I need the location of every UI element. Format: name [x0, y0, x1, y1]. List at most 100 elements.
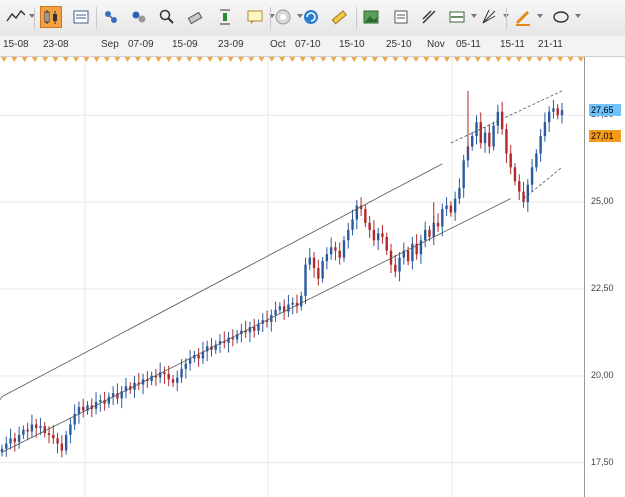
candle-down: [13, 438, 17, 442]
candle-down: [197, 354, 200, 359]
chart-settings-button[interactable]: [70, 6, 92, 28]
timeline-tick: [237, 57, 244, 62]
refresh-button[interactable]: [300, 6, 322, 28]
candle-up: [329, 247, 333, 255]
timeline-tick: [11, 57, 18, 62]
candle-up: [321, 261, 324, 279]
timeline-tick: [505, 57, 512, 62]
candle-down: [334, 247, 337, 251]
candle-up: [5, 443, 8, 449]
candle-up: [274, 309, 277, 316]
candle-up: [398, 257, 401, 272]
candle-up: [547, 111, 551, 123]
candle-down: [253, 327, 256, 331]
candle-up: [543, 122, 547, 137]
candle-up: [539, 136, 542, 154]
fit-range-button[interactable]: [214, 6, 236, 28]
timeline-tick: [402, 57, 409, 62]
date-label: 23-09: [218, 39, 244, 50]
fan-tool-button[interactable]: [478, 6, 500, 28]
dropdown-arrow-icon[interactable]: [471, 14, 477, 18]
candlestick-chart-icon: [44, 10, 57, 24]
candle-up: [347, 229, 350, 241]
price-chart[interactable]: [0, 57, 625, 497]
candle-up: [483, 132, 487, 144]
candle-up: [458, 188, 461, 199]
date-label: 07-10: [295, 39, 321, 50]
timeline-tick: [382, 57, 389, 62]
dropdown-arrow-icon[interactable]: [575, 14, 581, 18]
horizontal-line-button[interactable]: [446, 6, 468, 28]
timeline-tick: [155, 57, 162, 62]
candle-down: [518, 181, 521, 192]
timeline-tick: [289, 57, 296, 62]
indicators-button[interactable]: [100, 6, 122, 28]
timeline-tick: [310, 57, 316, 62]
candle-down: [60, 443, 64, 451]
timeline-tick: [454, 57, 461, 62]
compare-button[interactable]: [128, 6, 150, 28]
zoom-button[interactable]: [156, 6, 178, 28]
trend-tool-icon: [422, 10, 436, 24]
comment-button[interactable]: [244, 6, 266, 28]
candle-down: [381, 233, 384, 237]
timeline-tick: [320, 57, 327, 62]
date-label: 07-09: [128, 39, 154, 50]
candle-down: [522, 191, 525, 203]
timeline-tick: [207, 57, 213, 62]
candlestick-chart-button[interactable]: [40, 6, 62, 28]
candle-up: [278, 306, 282, 310]
dropdown-arrow-icon[interactable]: [537, 14, 543, 18]
print-icon: [394, 10, 408, 24]
candle-up: [308, 257, 311, 265]
candle-down: [406, 250, 410, 262]
eraser-icon: [187, 11, 203, 25]
fan-tool-icon: [482, 9, 496, 24]
toolbar-separator: [506, 7, 507, 29]
candle-down: [312, 257, 316, 269]
candle-up: [227, 337, 230, 343]
toolbar-separator: [96, 7, 97, 29]
template-button[interactable]: [272, 6, 294, 28]
date-label: Nov: [427, 39, 445, 50]
ellipse-icon: [553, 11, 569, 23]
candle-down: [56, 438, 59, 444]
candle-up: [22, 429, 25, 435]
candle-up: [424, 229, 427, 241]
candle-up: [184, 363, 188, 369]
candle-up: [99, 400, 102, 402]
pencil-icon: [515, 10, 530, 26]
ellipse-button[interactable]: [550, 6, 572, 28]
line-chart-button[interactable]: [4, 6, 26, 28]
candle-down: [26, 429, 29, 432]
ruler-icon: [331, 10, 347, 25]
last-price-badge: 27,65: [589, 104, 621, 116]
toolbar-separator: [270, 7, 271, 29]
timeline-tick: [299, 57, 306, 62]
eraser-button[interactable]: [184, 6, 206, 28]
timeline-tick: [567, 57, 574, 62]
timeline-tick: [546, 57, 553, 62]
print-button[interactable]: [390, 6, 412, 28]
candle-down: [509, 153, 512, 168]
reference-price-badge: 27,01: [589, 130, 621, 143]
timeline-tick: [145, 57, 152, 62]
candle-up: [530, 167, 534, 185]
trend-tool-button[interactable]: [418, 6, 440, 28]
image-export-button[interactable]: [360, 6, 382, 28]
candle-down: [47, 433, 51, 435]
candle-down: [171, 379, 175, 383]
date-label: 05-11: [456, 39, 481, 50]
candle-up: [342, 240, 346, 258]
candle-down: [385, 236, 388, 251]
ruler-button[interactable]: [328, 6, 350, 28]
timeline-tick: [423, 57, 430, 62]
candle-down: [505, 129, 508, 154]
timeline-tick: [268, 57, 275, 62]
fit-range-icon: [220, 9, 230, 25]
line-chart-icon: [6, 9, 25, 22]
pencil-button[interactable]: [512, 6, 534, 28]
candle-up: [496, 111, 500, 126]
timeline-tick: [413, 57, 419, 62]
timeline-tick: [186, 57, 193, 62]
